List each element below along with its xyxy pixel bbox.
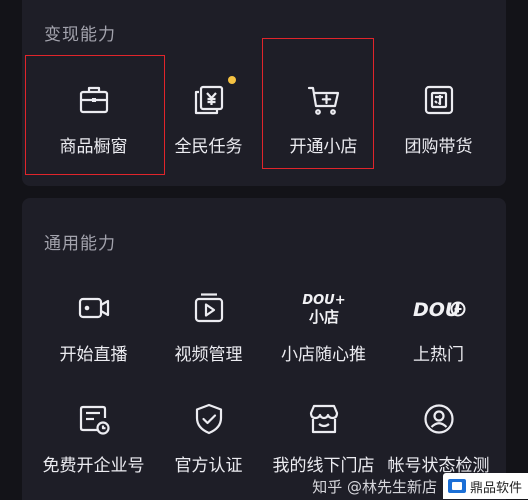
watermark-logo-text: 鼎品软件 <box>469 480 522 496</box>
item-label: 全民任务 <box>174 137 243 157</box>
enterprise-clock-icon <box>76 401 112 437</box>
item-hot-trend[interactable]: DOU 上热门 <box>378 290 499 380</box>
item-shop-promote[interactable]: DOU+ 小店 小店随心推 <box>263 290 384 380</box>
dou-plus-text: DOU+ <box>302 293 345 308</box>
account-check-icon <box>421 401 457 437</box>
watermark: 知乎 @林先生新店 鼎品软件 <box>312 472 528 500</box>
watermark-logo: 鼎品软件 <box>442 473 528 499</box>
logo-icon <box>447 479 466 493</box>
dou-plus-shop-icon: DOU+ 小店 <box>294 290 354 326</box>
highlight-box-showcase <box>25 55 165 175</box>
item-label: 小店随心推 <box>281 345 366 365</box>
watermark-text: 知乎 @林先生新店 <box>312 477 437 496</box>
item-group-buy[interactable]: 团购带货 <box>378 82 499 172</box>
section-title-monetization: 变现能力 <box>44 25 116 45</box>
general-panel: 通用能力 开始直播 视频管理 DOU+ 小店 小店随心推 DOU 上热门 免费开… <box>22 198 506 500</box>
storefront-icon <box>306 401 342 437</box>
video-play-icon <box>191 290 227 326</box>
item-enterprise-account[interactable]: 免费开企业号 <box>33 401 154 491</box>
item-label: 开始直播 <box>59 345 128 365</box>
highlight-box-open-shop <box>262 38 374 169</box>
yuan-card-icon <box>191 82 227 118</box>
item-label: 上热门 <box>413 345 464 365</box>
item-label: 团购带货 <box>404 137 473 157</box>
item-video-manage[interactable]: 视频管理 <box>148 290 269 380</box>
item-official-verify[interactable]: 官方认证 <box>148 401 269 491</box>
camera-icon <box>76 290 112 326</box>
section-title-general: 通用能力 <box>44 234 116 254</box>
item-all-tasks[interactable]: 全民任务 <box>148 76 269 172</box>
item-label: 视频管理 <box>174 345 243 365</box>
shield-check-icon <box>191 401 227 437</box>
badge-dot <box>228 76 236 84</box>
item-start-live[interactable]: 开始直播 <box>33 290 154 380</box>
group-buy-icon <box>421 82 457 118</box>
dou-plus-icon: DOU <box>409 290 469 326</box>
dou-text: DOU <box>413 299 461 321</box>
item-label: 官方认证 <box>174 456 243 476</box>
shop-text: 小店 <box>308 308 338 326</box>
item-label: 免费开企业号 <box>42 456 145 476</box>
